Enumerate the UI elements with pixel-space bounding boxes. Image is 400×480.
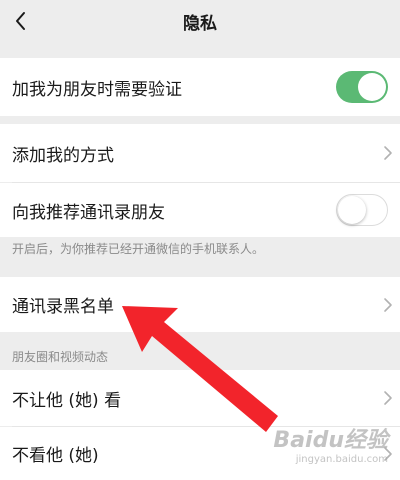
setting-label: 加我为朋友时需要验证: [12, 79, 182, 100]
chevron-right-icon: [384, 391, 392, 405]
setting-label: 不看他 (她): [12, 446, 99, 466]
toggle-knob: [338, 196, 366, 224]
baidu-watermark: Baidu经验 jingyan.baidu.com: [273, 422, 388, 465]
chevron-right-icon: [384, 297, 392, 312]
toggle-knob: [358, 73, 386, 101]
setting-row-recommend-contacts: 向我推荐通讯录朋友: [0, 183, 400, 237]
watermark-text: Baidu经验: [273, 428, 388, 453]
recommend-contacts-toggle[interactable]: [336, 194, 388, 226]
recommend-note: 开启后，为你推荐已经开通微信的手机联系人。: [12, 242, 265, 256]
setting-row-hide-my-posts[interactable]: 不让他 (她) 看: [0, 370, 400, 426]
section-title-moments: 朋友圈和视频动态: [12, 350, 109, 364]
setting-row-add-methods[interactable]: 添加我的方式: [0, 124, 400, 182]
verify-friend-toggle[interactable]: [336, 71, 388, 103]
setting-label: 向我推荐通讯录朋友: [12, 202, 165, 223]
setting-label: 不让他 (她) 看: [12, 390, 122, 411]
chevron-right-icon: [384, 146, 392, 160]
chevron-left-icon[interactable]: [8, 6, 38, 36]
setting-row-verify-friend: 加我为朋友时需要验证: [0, 58, 400, 116]
watermark-url: jingyan.baidu.com: [295, 454, 388, 465]
setting-label: 添加我的方式: [12, 145, 114, 166]
setting-row-blacklist[interactable]: 通讯录黑名单: [0, 277, 400, 332]
nav-bar: 隐私: [0, 0, 400, 42]
setting-label: 通讯录黑名单: [12, 297, 114, 317]
page-title: 隐私: [183, 13, 217, 34]
